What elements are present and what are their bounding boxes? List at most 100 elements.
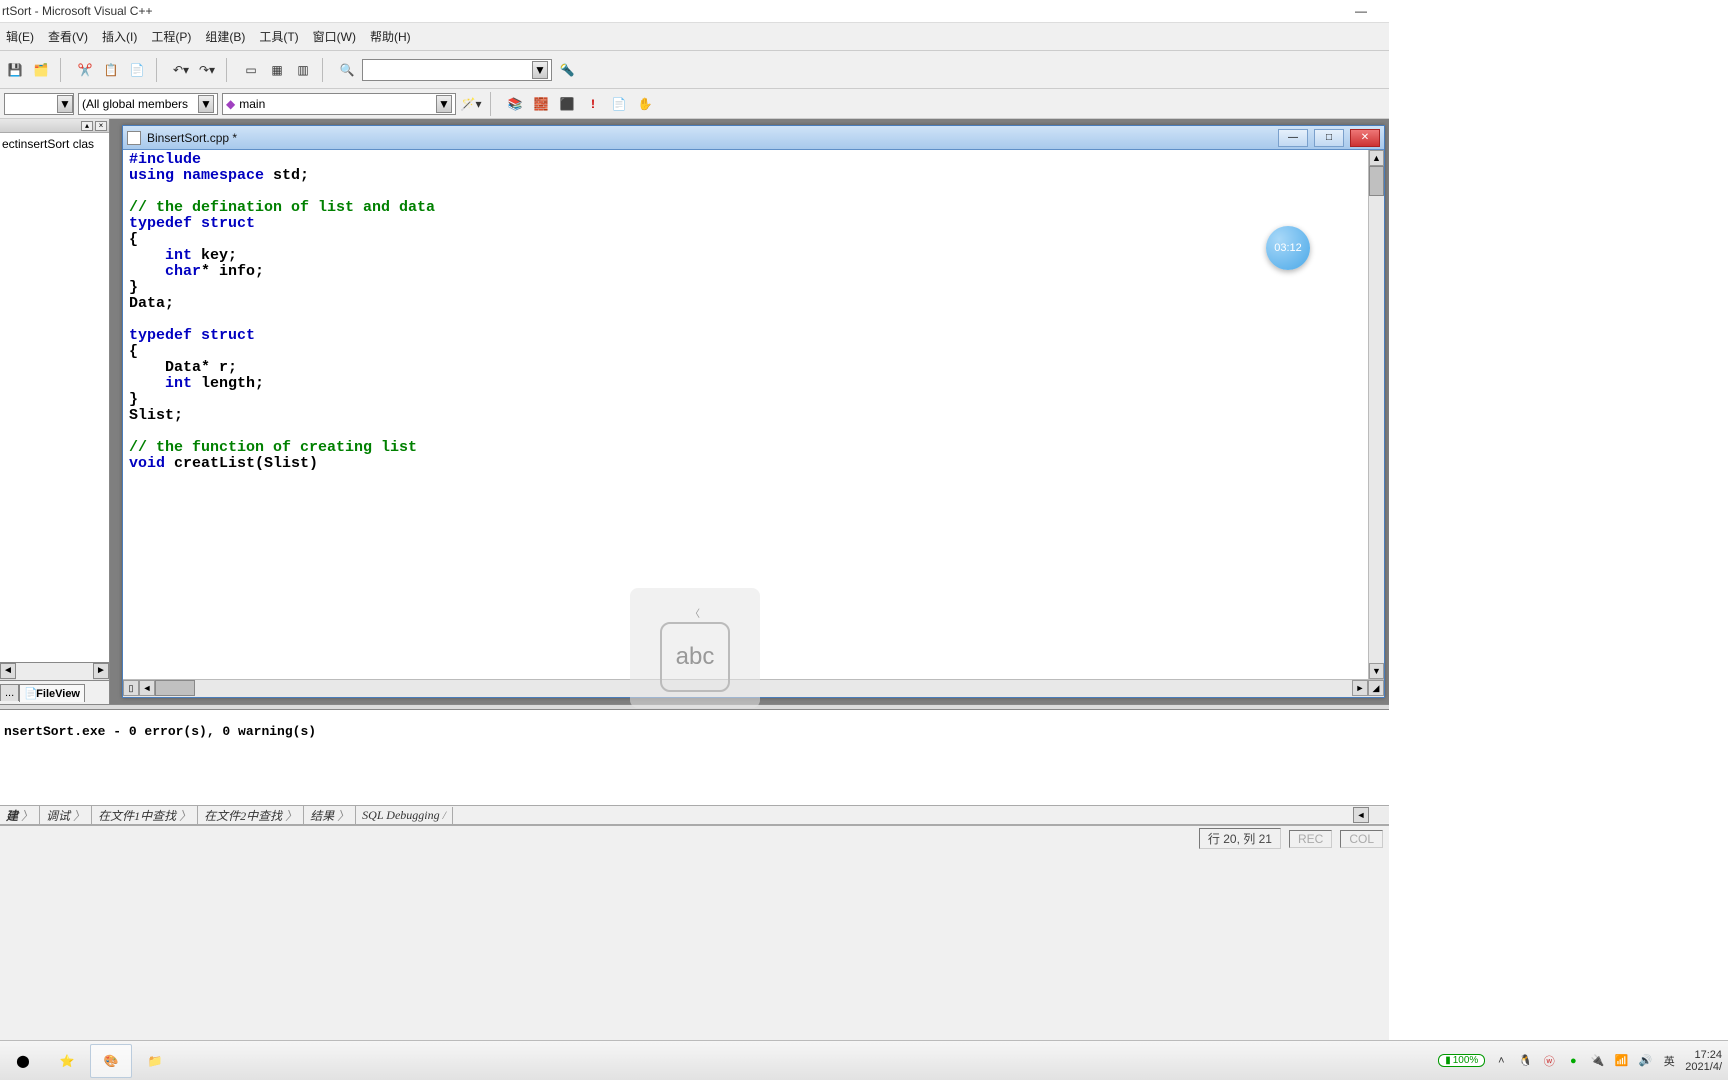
tray-qq-icon[interactable]: 🐧 [1517, 1053, 1533, 1069]
battery-indicator[interactable]: ▮100% [1438, 1054, 1485, 1067]
editor-filename: BinsertSort.cpp * [147, 131, 1272, 145]
timer-value: 03:12 [1274, 242, 1302, 254]
tray-wifi-icon[interactable]: 📶 [1613, 1053, 1629, 1069]
go-icon[interactable]: 📄 [608, 93, 630, 115]
chevron-down-icon[interactable]: ▼ [532, 61, 548, 79]
recording-timer-badge[interactable]: 03:12 [1266, 226, 1310, 270]
scroll-track[interactable] [195, 680, 1352, 697]
scroll-track[interactable] [1369, 196, 1384, 663]
scope-combo[interactable]: (All global members ▼ [78, 93, 218, 115]
tab-find1[interactable]: 在文件1中查找〉 [92, 806, 198, 825]
ime-indicator: 〈 abc [630, 588, 760, 708]
separator [156, 58, 162, 82]
scroll-right-icon[interactable]: ► [93, 663, 109, 679]
find-combo[interactable]: ▼ [362, 59, 552, 81]
tray-power-icon[interactable]: 🔌 [1589, 1053, 1605, 1069]
scroll-thumb[interactable] [1369, 166, 1384, 196]
menu-bar: 辑(E) 查看(V) 插入(I) 工程(P) 组建(B) 工具(T) 窗口(W)… [0, 23, 1389, 51]
tray-lang[interactable]: 英 [1661, 1053, 1677, 1069]
function-combo[interactable]: ◆ main ▼ [222, 93, 456, 115]
minimize-button[interactable]: — [1343, 4, 1379, 18]
cut-icon[interactable]: ✂️ [74, 59, 96, 81]
undo-icon[interactable]: ↶▾ [170, 59, 192, 81]
copy-icon[interactable]: 📋 [100, 59, 122, 81]
scroll-up-icon[interactable]: ▲ [1369, 150, 1384, 166]
workspace-panel: ▴ × ectinsertSort clas ◄ ► ... 📄FileView [0, 119, 110, 704]
window-controls: — [1343, 4, 1379, 18]
output-pane[interactable]: nsertSort.exe - 0 error(s), 0 warning(s) [0, 710, 1389, 805]
status-bar: 行 20, 列 21 REC COL [0, 825, 1389, 851]
scroll-right-icon[interactable]: ► [1352, 680, 1368, 696]
tab-fileview[interactable]: 📄FileView [19, 684, 85, 702]
taskbar-app-colors[interactable]: 🎨 [90, 1044, 132, 1078]
menu-view[interactable]: 查看(V) [44, 26, 92, 47]
scroll-down-icon[interactable]: ▼ [1369, 663, 1384, 679]
tree-hscroll[interactable]: ◄ ► [0, 662, 109, 680]
tray-volume-icon[interactable]: 🔊 [1637, 1053, 1653, 1069]
menu-tools[interactable]: 工具(T) [255, 26, 302, 47]
menu-edit[interactable]: 辑(E) [2, 26, 38, 47]
separator [226, 58, 232, 82]
panel-close-icon[interactable]: × [95, 121, 107, 131]
editor-minimize-button[interactable]: — [1278, 129, 1308, 147]
size-grip-icon[interactable]: ◢ [1368, 680, 1384, 696]
redo-icon[interactable]: ↷▾ [196, 59, 218, 81]
save-all-icon[interactable]: 🗂️ [30, 59, 52, 81]
wand-icon[interactable]: 🪄▾ [460, 93, 482, 115]
editor-vscroll[interactable]: ▲ ▼ [1368, 150, 1384, 679]
editor-maximize-button[interactable]: □ [1314, 129, 1344, 147]
workspace-icon[interactable]: ▭ [240, 59, 262, 81]
menu-insert[interactable]: 插入(I) [98, 26, 141, 47]
tab-debug[interactable]: 调试〉 [40, 806, 92, 825]
breakpoint-icon[interactable]: ✋ [634, 93, 656, 115]
menu-project[interactable]: 工程(P) [147, 26, 195, 47]
scroll-track[interactable] [1369, 807, 1389, 823]
scroll-left-icon[interactable]: ◄ [139, 680, 155, 696]
scroll-thumb[interactable] [155, 680, 195, 696]
chevron-down-icon[interactable]: ▼ [57, 95, 73, 113]
save-icon[interactable]: 💾 [4, 59, 26, 81]
taskbar-app-explorer[interactable]: 📁 [134, 1044, 176, 1078]
tree-class-item[interactable]: ectinsertSort clas [2, 137, 107, 151]
tab-sql[interactable]: SQL Debugging/ [356, 807, 453, 824]
col-indicator: COL [1340, 830, 1383, 848]
build-icon[interactable]: 🧱 [530, 93, 552, 115]
taskbar-app-1[interactable]: ⬤ [2, 1044, 44, 1078]
scroll-left-icon[interactable]: ◄ [1353, 807, 1369, 823]
tab-build[interactable]: 建〉 [0, 806, 40, 825]
tray-chevron-icon[interactable]: ˄ [1493, 1053, 1509, 1069]
taskbar-app-star[interactable]: ⭐ [46, 1044, 88, 1078]
tray-shield-icon[interactable]: ● [1565, 1053, 1581, 1069]
tile-icon[interactable]: ▥ [292, 59, 314, 81]
menu-build[interactable]: 组建(B) [201, 26, 249, 47]
tab-results[interactable]: 结果〉 [304, 806, 356, 825]
editor-close-button[interactable]: ✕ [1350, 129, 1380, 147]
chevron-down-icon[interactable]: ▼ [198, 95, 214, 113]
menu-help[interactable]: 帮助(H) [366, 26, 415, 47]
panel-pin-icon[interactable]: ▴ [81, 121, 93, 131]
tab-classview[interactable]: ... [0, 684, 19, 701]
output-hscroll[interactable]: ◄ [1353, 807, 1389, 823]
find-icon[interactable]: 🔍 [336, 59, 358, 81]
class-tree[interactable]: ectinsertSort clas [0, 133, 109, 662]
tab-find2[interactable]: 在文件2中查找〉 [198, 806, 304, 825]
stop-build-icon[interactable]: ⬛ [556, 93, 578, 115]
file-icon: 📄 [24, 687, 34, 697]
title-bar: rtSort - Microsoft Visual C++ — [0, 0, 1389, 23]
tray-clock[interactable]: 17:24 2021/4/ [1685, 1049, 1722, 1073]
rec-indicator: REC [1289, 830, 1332, 848]
execute-icon[interactable]: ! [582, 93, 604, 115]
compile-icon[interactable]: 📚 [504, 93, 526, 115]
split-icon[interactable]: ▯ [123, 680, 139, 696]
tray-app-icon[interactable]: ⓦ [1541, 1053, 1557, 1069]
chevron-down-icon[interactable]: ▼ [436, 95, 452, 113]
separator [60, 58, 66, 82]
search-icon[interactable]: 🔦 [556, 59, 578, 81]
menu-window[interactable]: 窗口(W) [309, 26, 360, 47]
window-list-icon[interactable]: ▦ [266, 59, 288, 81]
class-combo[interactable]: ▼ [4, 93, 74, 115]
system-tray: ▮100% ˄ 🐧 ⓦ ● 🔌 📶 🔊 英 17:24 2021/4/ [1438, 1049, 1728, 1073]
scroll-track[interactable] [16, 663, 93, 680]
paste-icon[interactable]: 📄 [126, 59, 148, 81]
scroll-left-icon[interactable]: ◄ [0, 663, 16, 679]
